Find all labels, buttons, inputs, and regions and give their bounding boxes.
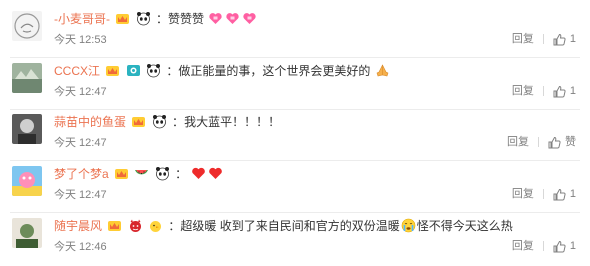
like-count: 1: [569, 85, 576, 98]
like-button[interactable]: 赞: [548, 134, 576, 150]
thumbs-up-icon: [553, 240, 566, 253]
divider: [542, 86, 544, 97]
reply-button[interactable]: 回复: [512, 83, 534, 99]
comment-text-after: 怪不得今天这么热: [416, 219, 513, 233]
comment-item: -小麦哥哥- ：赞赞赞 今天 12:53 回复 1: [0, 6, 590, 58]
panda-badge-icon[interactable]: [155, 166, 170, 181]
thumbs-up-icon: [548, 136, 561, 149]
reply-button[interactable]: 回复: [512, 31, 534, 47]
comment-list: -小麦哥哥- ：赞赞赞 今天 12:53 回复 1 CCCX江 ：做正能量的事，这…: [0, 0, 590, 266]
camera-badge-icon[interactable]: [126, 63, 141, 78]
panda-badge-icon[interactable]: [136, 11, 151, 26]
avatar[interactable]: [12, 166, 42, 196]
reply-button[interactable]: 回复: [507, 134, 529, 150]
vip-crown-badge-icon[interactable]: [115, 11, 130, 26]
username[interactable]: CCCX江: [54, 64, 100, 78]
vip-crown-badge-icon[interactable]: [107, 218, 122, 233]
comment-text: 我大蓝平！！！！: [184, 115, 281, 129]
praying-hands-icon: [375, 63, 390, 78]
like-button[interactable]: 1: [553, 83, 576, 99]
panda-badge-icon[interactable]: [146, 63, 161, 78]
colon: ：: [156, 12, 169, 26]
vip-crown-badge-icon[interactable]: [131, 114, 146, 129]
avatar[interactable]: [12, 218, 42, 248]
red-heart-icon: [208, 166, 223, 181]
username[interactable]: 随宇晨风: [54, 219, 102, 233]
panda-badge-icon[interactable]: [152, 114, 167, 129]
colon: ：: [172, 115, 185, 129]
reply-button[interactable]: 回复: [512, 186, 534, 202]
like-button[interactable]: 1: [553, 31, 576, 47]
timestamp: 今天 12:47: [54, 86, 107, 98]
username[interactable]: 蒜苗中的鱼蛋: [54, 115, 126, 129]
username[interactable]: 梦了个梦a: [54, 167, 109, 181]
thumbs-up-icon: [553, 85, 566, 98]
like-button[interactable]: 1: [553, 238, 576, 254]
timestamp: 今天 12:47: [54, 137, 107, 149]
username[interactable]: -小麦哥哥-: [54, 12, 110, 26]
divider: [542, 189, 544, 200]
vip-crown-badge-icon[interactable]: [105, 63, 120, 78]
comment-item: 随宇晨风 ：超级暖 收到了来自民间和官方的双份温暖 怪不得今天这么热 今天 12:…: [0, 213, 590, 265]
colon: ：: [166, 64, 179, 78]
like-count: 1: [569, 240, 576, 253]
like-label: 赞: [565, 136, 576, 149]
heart-bow-icon: [225, 11, 240, 26]
like-count: 1: [569, 33, 576, 46]
timestamp: 今天 12:53: [54, 34, 107, 46]
avatar[interactable]: [12, 114, 42, 144]
comment-text: 做正能量的事，这个世界会更美好的: [178, 64, 371, 78]
divider: [542, 241, 544, 252]
comment-item: CCCX江 ：做正能量的事，这个世界会更美好的 今天 12:47 回复 1: [0, 58, 590, 110]
crying-face-icon: [401, 218, 416, 233]
comment-text: 赞赞赞: [168, 12, 205, 26]
comment-text: 超级暖 收到了来自民间和官方的双份温暖: [180, 219, 400, 233]
comment-item: 梦了个梦a ： 今天 12:47 回复 1: [0, 161, 590, 213]
comment-item: 蒜苗中的鱼蛋 ：我大蓝平！！！！ 今天 12:47 回复 赞: [0, 109, 590, 161]
thumbs-up-icon: [553, 33, 566, 46]
like-button[interactable]: 1: [553, 186, 576, 202]
divider: [542, 34, 544, 45]
colon: ：: [168, 219, 181, 233]
timestamp: 今天 12:47: [54, 189, 107, 201]
timestamp: 今天 12:46: [54, 241, 107, 253]
thumbs-up-icon: [553, 188, 566, 201]
colon: ：: [175, 167, 188, 181]
vip-crown-badge-icon[interactable]: [114, 166, 129, 181]
avatar[interactable]: [12, 63, 42, 93]
like-count: 1: [569, 188, 576, 201]
heart-bow-icon: [208, 11, 223, 26]
heart-bow-icon: [242, 11, 257, 26]
reply-button[interactable]: 回复: [512, 238, 534, 254]
red-heart-icon: [191, 166, 206, 181]
watermelon-badge-icon[interactable]: [134, 166, 149, 181]
chick-badge-icon[interactable]: [148, 218, 163, 233]
devil-badge-icon[interactable]: [128, 218, 143, 233]
divider: [538, 137, 539, 148]
avatar[interactable]: [12, 11, 42, 41]
